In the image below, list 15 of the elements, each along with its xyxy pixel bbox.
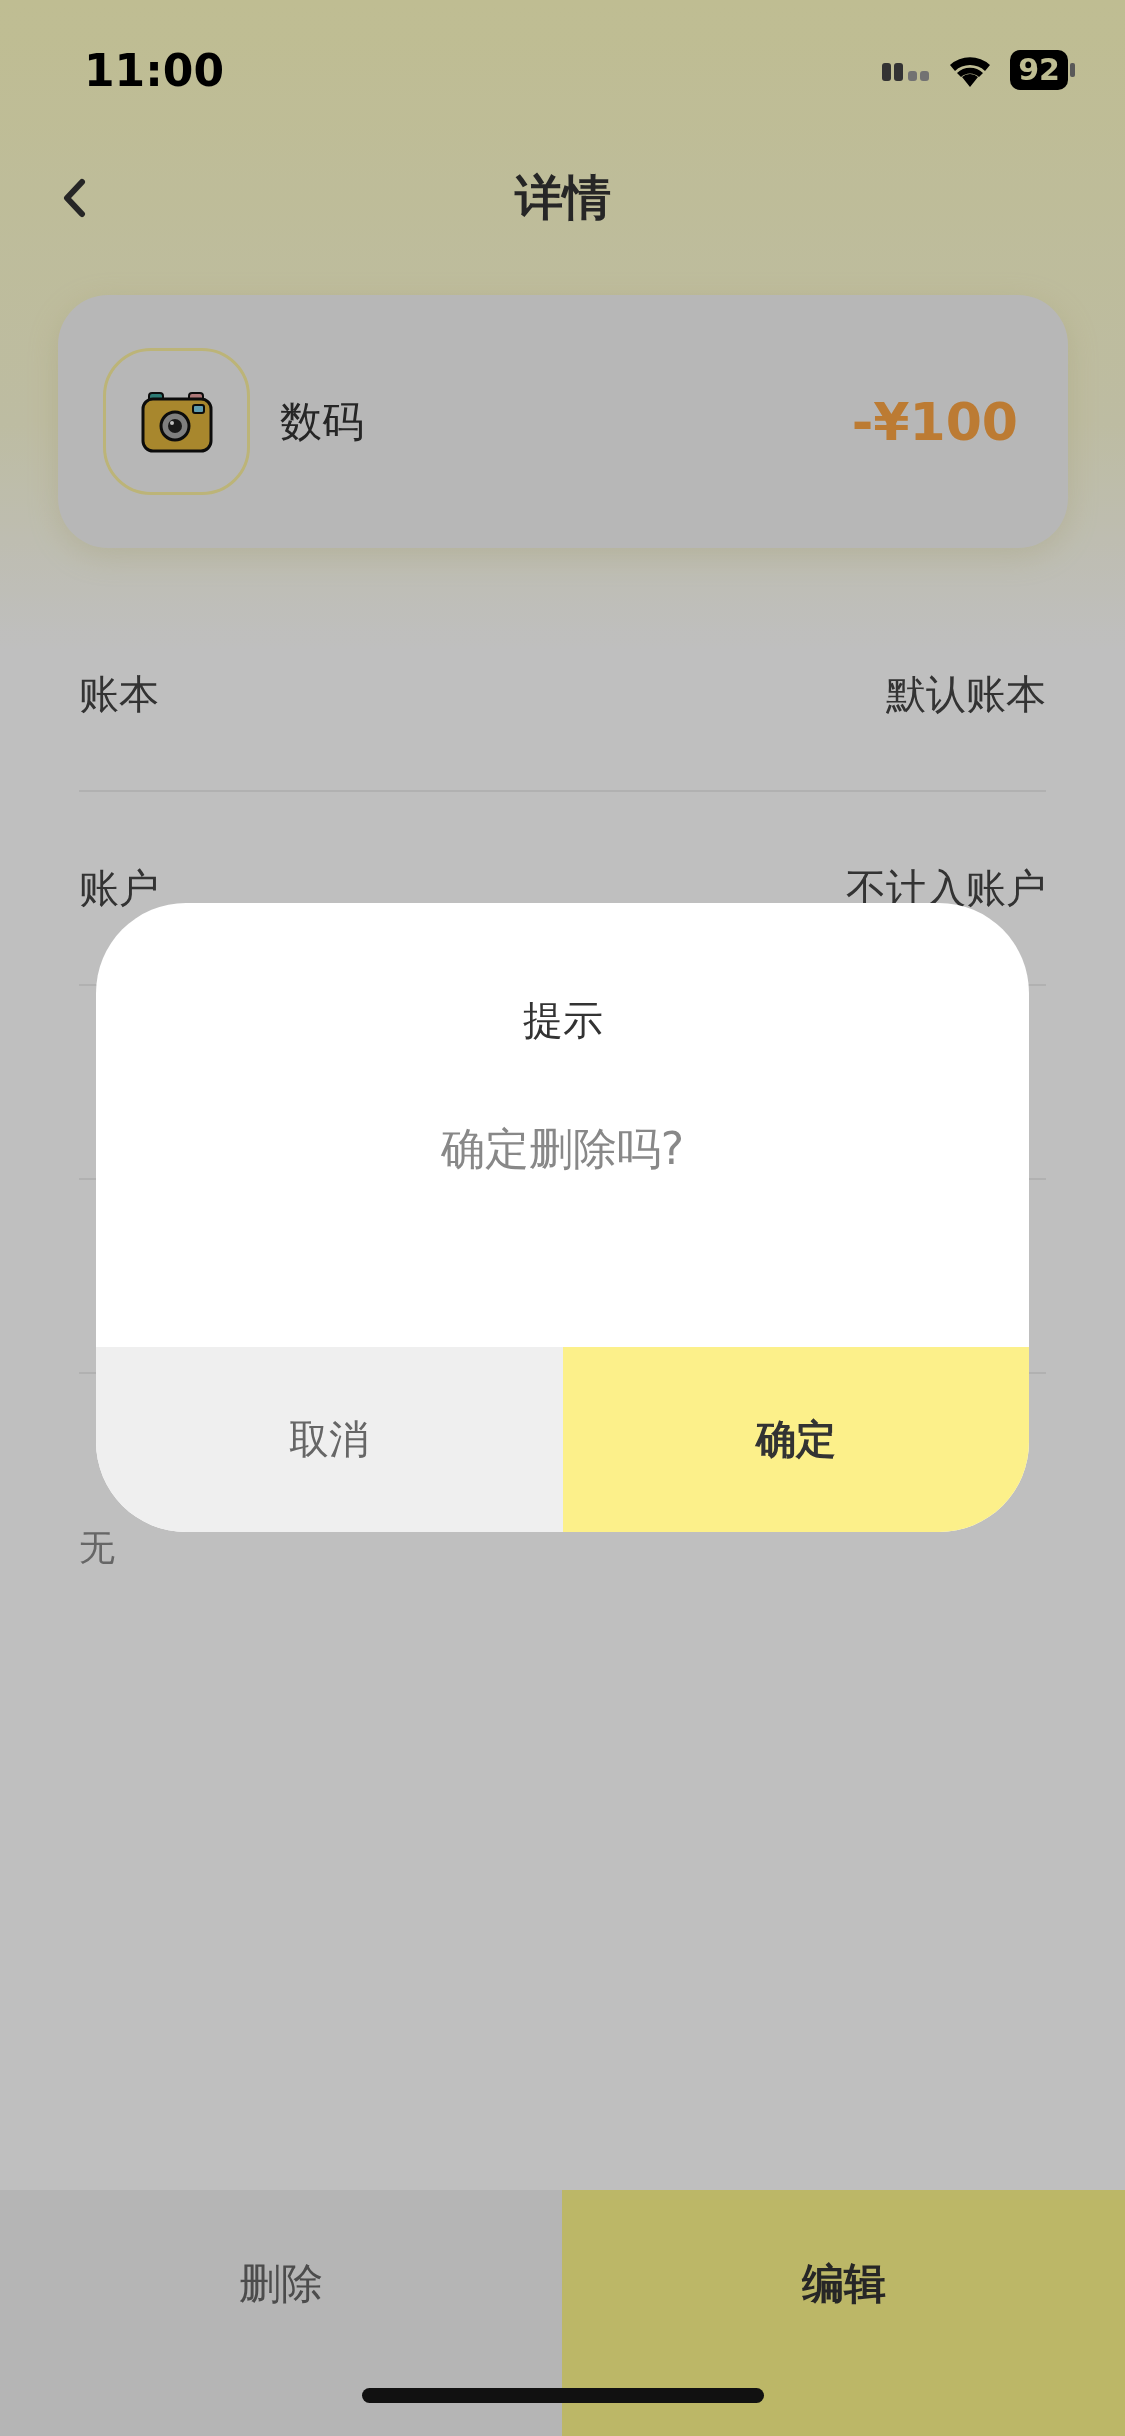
- dialog-title: 提示: [522, 997, 603, 1043]
- category-name: 数码: [280, 395, 365, 448]
- edit-button[interactable]: 编辑: [562, 2190, 1125, 2436]
- confirm-button[interactable]: 确定: [562, 1347, 1029, 1532]
- back-icon[interactable]: [62, 178, 86, 218]
- cancel-button[interactable]: 取消: [96, 1347, 563, 1532]
- dialog-message: 确定删除吗?: [440, 1123, 685, 1174]
- row-value: 默认账本: [886, 669, 1046, 719]
- status-time: 11:00: [84, 44, 226, 96]
- row-label: 账户: [79, 863, 159, 913]
- page-title: 详情: [514, 167, 611, 227]
- amount-text: -¥100: [851, 391, 1018, 452]
- row-label: 账本: [79, 669, 159, 719]
- delete-button[interactable]: 删除: [0, 2190, 562, 2436]
- camera-icon: [140, 390, 213, 453]
